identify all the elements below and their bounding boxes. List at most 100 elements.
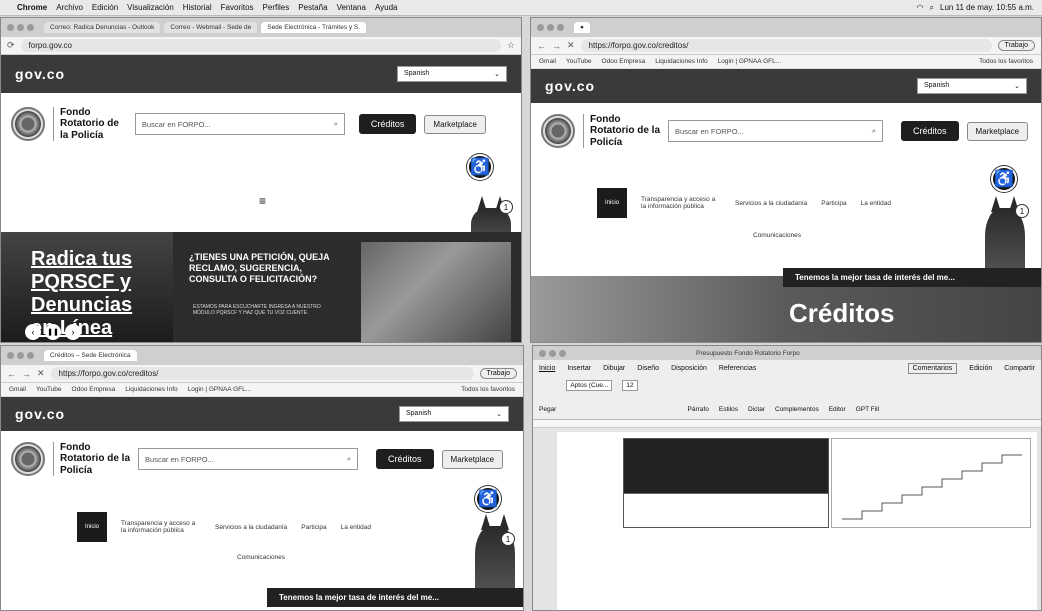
window-controls[interactable] [537,24,564,31]
addins-button[interactable]: Complementos [775,406,819,413]
back-icon[interactable]: ← [537,41,546,51]
gpt-fill-button[interactable]: GPT Fill [856,406,879,413]
search-input[interactable]: Buscar en FORPO... [142,120,328,129]
search-icon[interactable]: ⌕ [347,454,351,464]
nav-servicios[interactable]: Servicios a la ciudadanía [735,200,807,207]
bookmark-all[interactable]: Todos los favoritos [979,58,1033,65]
nav-comunicaciones[interactable]: Comunicaciones [753,232,801,239]
policia-seal-logo[interactable] [11,442,45,476]
tab-sede[interactable]: Sede Electrónica - Trámites y S. [261,22,367,33]
profile-button[interactable]: Trabajo [997,40,1035,51]
nav-transparencia[interactable]: Transparencia y acceso a la información … [641,196,721,210]
forward-icon[interactable]: → [22,369,31,379]
bookmark-odoo[interactable]: Odoo Empresa [602,58,646,65]
ribbon-tab-inicio[interactable]: Inicio [539,365,555,372]
search-icon[interactable]: ⌕ [872,126,876,136]
bookmark-liquidaciones[interactable]: Liquidaciones Info [655,58,707,65]
govco-logo[interactable]: gov.co [15,406,65,422]
creditos-button[interactable]: Créditos [376,449,434,469]
bookmark-all[interactable]: Todos los favoritos [461,386,515,393]
forward-icon[interactable]: → [552,41,561,51]
paragraph-group[interactable]: Párrafo [688,406,709,413]
wifi-icon[interactable]: ◠ [917,3,924,12]
mascot-badge[interactable]: 1 [499,200,513,214]
interest-banner[interactable]: Tenemos la mejor tasa de interés del me.… [267,588,523,607]
search-box[interactable]: Buscar en FORPO... ⌕ [668,120,884,142]
bookmark-login[interactable]: Login | GPNAA GFL... [188,386,251,393]
bookmark-youtube[interactable]: YouTube [566,58,592,65]
pause-icon[interactable]: ❚❚ [45,324,61,340]
url-field[interactable]: https://forpo.gov.co/creditos/ [50,367,474,380]
interest-banner[interactable]: Tenemos la mejor tasa de interés del me.… [783,268,1041,287]
nav-inicio[interactable]: Inicio [597,188,628,218]
bookmark-liquidaciones[interactable]: Liquidaciones Info [125,386,177,393]
star-icon[interactable]: ☆ [507,40,515,51]
ribbon-tab-insertar[interactable]: Insertar [567,365,591,372]
ribbon-tab-referencias[interactable]: Referencias [719,365,756,372]
marketplace-button[interactable]: Marketplace [966,121,1029,141]
editor-button[interactable]: Editor [829,406,846,413]
close-icon[interactable]: ✕ [37,368,45,379]
accessibility-icon[interactable]: ♿ [467,154,493,180]
clock[interactable]: Lun 11 de may. 10:55 a.m. [940,3,1034,12]
bookmark-youtube[interactable]: YouTube [36,386,62,393]
menu-archivo[interactable]: Archivo [56,3,83,12]
govco-logo[interactable]: gov.co [15,66,65,82]
search-input[interactable]: Buscar en FORPO... [675,127,866,136]
next-icon[interactable]: › [65,324,81,340]
profile-button[interactable]: Trabajo [479,368,517,379]
tab-creditos[interactable]: ● [574,22,590,33]
menu-ayuda[interactable]: Ayuda [375,3,398,12]
mascot-badge[interactable]: 1 [501,532,515,546]
policia-seal-logo[interactable] [11,107,45,141]
reload-icon[interactable]: ⟳ [7,40,15,51]
font-size-select[interactable]: 12 [622,380,638,391]
back-icon[interactable]: ← [7,369,16,379]
hero-left-line[interactable]: Denuncias [31,294,173,317]
menu-favoritos[interactable]: Favoritos [221,3,254,12]
mascot-badge[interactable]: 1 [1015,204,1029,218]
nav-la-entidad[interactable]: La entidad [861,200,891,207]
bookmark-login[interactable]: Login | GPNAA GFL... [718,58,781,65]
bookmark-gmail[interactable]: Gmail [539,58,556,65]
marketplace-button[interactable]: Marketplace [441,449,504,469]
accessibility-icon[interactable]: ♿ [991,166,1017,192]
search-box[interactable]: Buscar en FORPO... ⌕ [138,448,359,470]
language-select[interactable]: Spanish ⌄ [397,66,507,82]
paste-group[interactable]: Pegar [539,406,556,413]
ribbon-tab-disposicion[interactable]: Disposición [671,365,707,372]
url-field[interactable]: forpo.gov.co [20,39,501,52]
hero-left-line[interactable]: PQRSCF y [31,271,173,294]
editing-button[interactable]: Edición [969,365,992,372]
menu-pestana[interactable]: Pestaña [298,3,327,12]
language-select[interactable]: Spanish ⌄ [917,78,1027,94]
nav-participa[interactable]: Participa [301,524,326,531]
ribbon-tab-dibujar[interactable]: Dibujar [603,365,625,372]
hamburger-menu-icon[interactable]: ≡ [259,194,266,208]
menu-historial[interactable]: Historial [183,3,212,12]
share-button[interactable]: Compartir [1004,365,1035,372]
creditos-button[interactable]: Créditos [901,121,959,141]
menu-edicion[interactable]: Edición [92,3,118,12]
creditos-button[interactable]: Créditos [358,114,417,134]
nav-la-entidad[interactable]: La entidad [341,524,371,531]
govco-logo[interactable]: gov.co [545,78,595,94]
prev-icon[interactable]: ‹ [25,324,41,340]
language-select[interactable]: Spanish ⌄ [399,406,509,422]
search-icon[interactable]: ⌕ [334,119,338,129]
tab-outlook[interactable]: Correo: Radica Denuncias - Outlook [44,22,161,33]
nav-participa[interactable]: Participa [821,200,846,207]
url-field[interactable]: https://forpo.gov.co/creditos/ [580,39,992,52]
close-icon[interactable]: ✕ [567,40,575,51]
menu-app-name[interactable]: Chrome [17,3,47,12]
marketplace-button[interactable]: Marketplace [424,114,486,134]
hero-left-line[interactable]: Radica tus [31,248,173,271]
accessibility-icon[interactable]: ♿ [475,486,501,512]
nav-servicios[interactable]: Servicios a la ciudadanía [215,524,287,531]
window-controls[interactable] [539,349,566,357]
window-controls[interactable] [7,352,34,359]
nav-transparencia[interactable]: Transparencia y acceso a la información … [121,520,201,534]
window-controls[interactable] [7,24,34,31]
ribbon-tab-diseno[interactable]: Diseño [637,365,659,372]
nav-inicio[interactable]: Inicio [77,512,108,542]
